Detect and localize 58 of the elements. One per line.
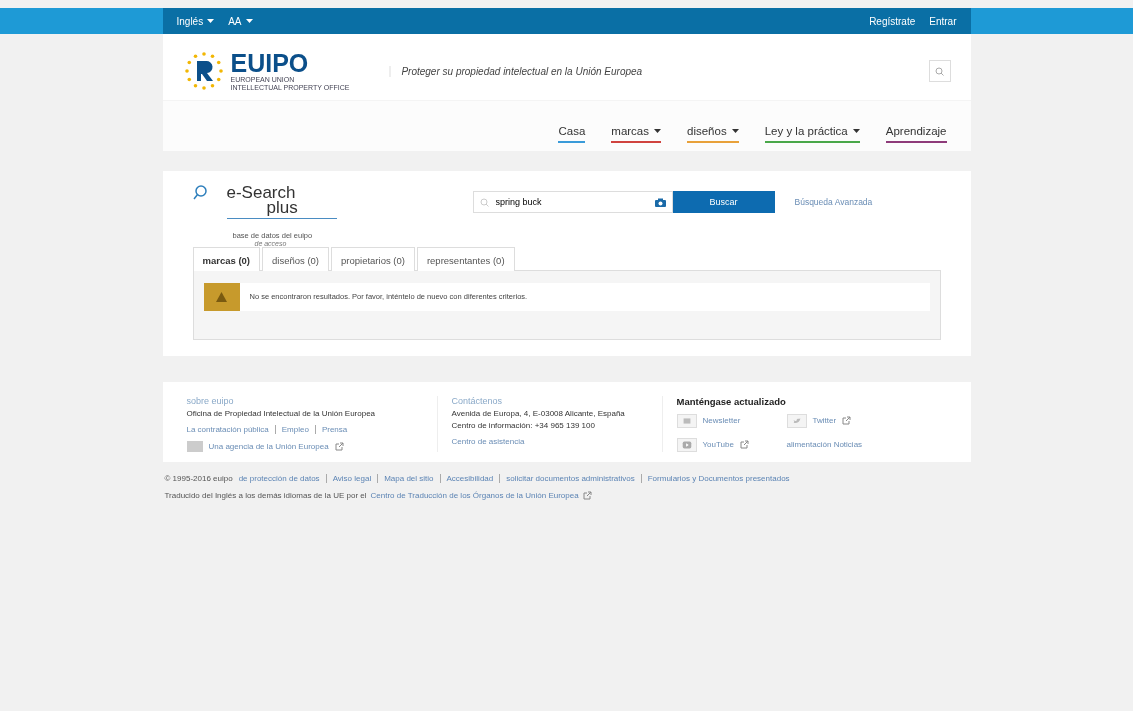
camera-icon[interactable] [654, 198, 666, 207]
legal-link[interactable]: solicitar documentos administrativos [499, 473, 635, 483]
nav-link[interactable]: Ley y la práctica [764, 125, 860, 143]
social-link[interactable]: alimentación Noticias [786, 440, 863, 450]
footer-link[interactable]: Centro de asistencia [451, 436, 646, 446]
nav-link[interactable]: diseños [687, 125, 739, 143]
caret-icon [207, 19, 215, 23]
search-field[interactable]: spring buck [472, 191, 673, 213]
footer-heading: Contáctenos [451, 395, 504, 406]
top-bar-link[interactable]: Regístrate [869, 15, 916, 27]
footer-text: Oficina de Propiedad Intelectual de la Unión Europea [186, 408, 377, 418]
footer-link[interactable]: La contratación pública [186, 424, 269, 434]
social-link[interactable]: YouTube [702, 440, 734, 450]
address-text: Avenida de Europa, 4, E-03008 Alicante, España [451, 408, 626, 418]
nav-link[interactable]: marcas [611, 125, 661, 143]
search-icon [479, 198, 489, 207]
caret-icon [245, 19, 253, 23]
external-link-icon [334, 441, 344, 451]
result-tab[interactable]: diseños (0) [262, 246, 330, 271]
footer-heading: sobre euipo [186, 395, 235, 406]
footer-link[interactable]: Prensa [314, 424, 348, 434]
footer-link[interactable]: Una agencia de la Unión Europea [208, 441, 329, 451]
search-icon [935, 66, 944, 76]
social-link[interactable]: Twitter [812, 416, 837, 426]
legal-link[interactable]: Accesibilidad [439, 473, 494, 483]
legal-link[interactable]: Mapa del sitio [377, 473, 434, 483]
envelope-icon [676, 413, 697, 428]
footer-heading: Manténgase actualizado [676, 395, 787, 407]
result-tab[interactable]: marcas (0) [192, 246, 261, 271]
nav-link[interactable]: Casa [558, 125, 586, 143]
logo-emblem-icon [182, 50, 225, 92]
search-submit-button[interactable]: Buscar [672, 191, 775, 213]
play-icon [676, 437, 697, 452]
result-tab[interactable]: propietarios (0) [331, 246, 415, 271]
legal-link[interactable]: Formularios y Documentos presentados [640, 473, 790, 483]
advanced-search-link[interactable]: Búsqueda Avanzada [794, 197, 873, 207]
magnifier-icon [192, 185, 207, 201]
translation-text: Traducido del Inglés a los demás idiomas de la UE por el [164, 490, 367, 500]
top-bar-link[interactable]: Entrar [929, 15, 957, 27]
language-menu[interactable]: Inglés [176, 15, 215, 27]
text-size-menu[interactable]: AA [228, 15, 253, 27]
translation-link[interactable]: Centro de Traducción de los Órganos de la Unión Europea [370, 490, 579, 500]
nav-link[interactable]: Aprendizaje [885, 125, 947, 143]
footer-link[interactable]: Empleo [274, 424, 309, 434]
social-link[interactable]: Newsletter [702, 416, 741, 426]
external-link-icon [582, 490, 592, 500]
caret-icon [852, 129, 860, 133]
caret-icon [654, 129, 661, 133]
logo-wordmark: EUIPO [230, 50, 310, 76]
tagline: Proteger su propiedad intelectual en la Unión Europea [389, 65, 889, 77]
copyright-text: © 1995-2016 euipo [164, 473, 233, 483]
legal-link[interactable]: Aviso legal [325, 473, 372, 483]
legal-link[interactable]: de protección de datos [238, 473, 320, 483]
result-tab[interactable]: representantes (0) [416, 246, 515, 271]
app-title: e-Search plus [226, 185, 337, 219]
phone-text: Centro de información: +34 965 139 100 [451, 420, 596, 430]
caret-icon [731, 129, 739, 133]
warning-icon [216, 291, 227, 302]
